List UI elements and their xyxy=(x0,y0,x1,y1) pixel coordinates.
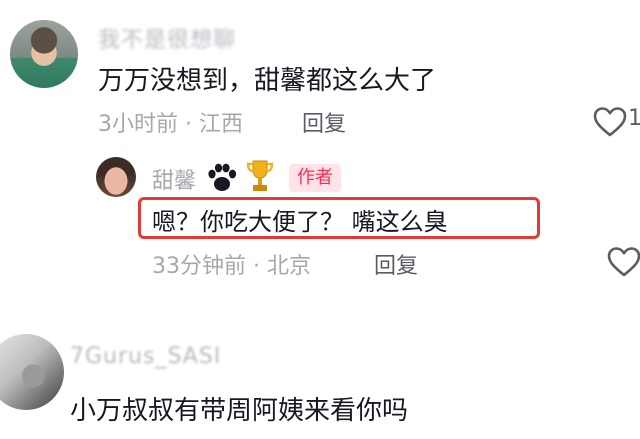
trophy-icon xyxy=(244,158,276,194)
comment-location: 江西 xyxy=(198,112,243,137)
reply-location: 北京 xyxy=(266,254,311,279)
meta-separator: · xyxy=(246,254,267,279)
reply-button[interactable]: 回复 xyxy=(302,106,346,138)
author-badge: 作者 xyxy=(289,164,341,192)
reply-button[interactable]: 回复 xyxy=(374,248,418,280)
commenter-avatar[interactable] xyxy=(0,334,64,410)
comment-meta: 3小时前 · 江西 xyxy=(98,106,243,138)
reply-text: 嗯？你吃大便了？ 嘴这么臭 xyxy=(152,208,448,236)
author-avatar[interactable] xyxy=(96,157,136,197)
like-heart-icon[interactable] xyxy=(606,246,640,278)
comment-time: 3小时前 xyxy=(98,112,178,137)
paw-icon xyxy=(205,162,239,194)
author-username[interactable]: 甜馨 xyxy=(152,163,196,195)
reply-meta: 33分钟前 · 北京 xyxy=(152,248,311,280)
comment-text: 小万叔叔有带周阿姨来看你吗 xyxy=(70,396,409,426)
comment-text: 万万没想到，甜馨都这么大了 xyxy=(98,66,437,96)
like-count: 1 xyxy=(628,106,640,131)
commenter-username[interactable]: 我不是很想聊 xyxy=(98,22,236,54)
reply-time: 33分钟前 xyxy=(152,254,246,279)
commenter-avatar[interactable] xyxy=(10,20,78,88)
commenter-username[interactable]: 7Gurus_SASI xyxy=(70,344,221,369)
like-heart-icon[interactable] xyxy=(592,106,628,138)
meta-separator: · xyxy=(178,112,199,137)
